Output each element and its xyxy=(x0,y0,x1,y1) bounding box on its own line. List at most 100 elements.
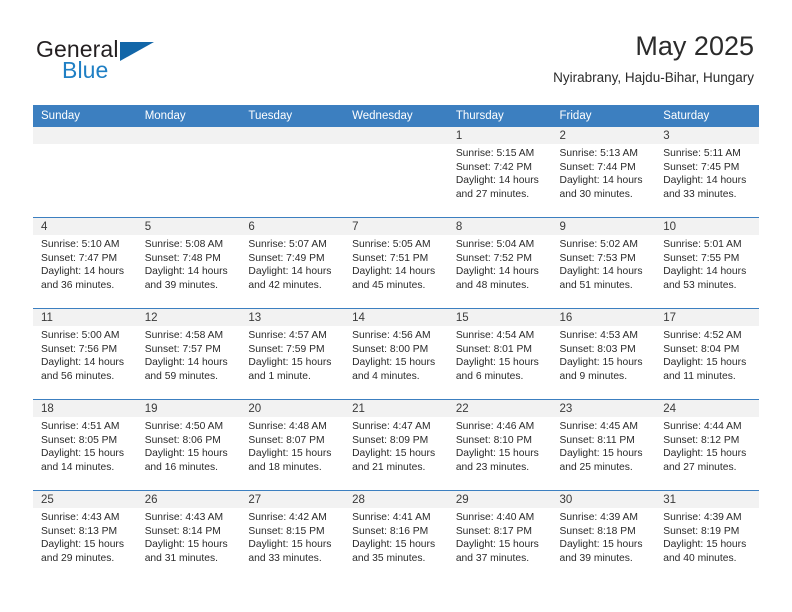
sunrise-text: Sunrise: 4:54 AM xyxy=(455,330,535,341)
daylight-text-line1: Daylight: 15 hours xyxy=(663,539,747,551)
daylight-text-line2: and 33 minutes. xyxy=(663,188,737,200)
day-cell[interactable] xyxy=(344,127,448,218)
sunset-text: Sunset: 8:09 PM xyxy=(352,434,429,446)
daylight-text-line1: Daylight: 15 hours xyxy=(455,539,539,551)
daylight-text-line2: and 16 minutes. xyxy=(144,461,218,473)
sunset-text: Sunset: 7:45 PM xyxy=(663,161,740,173)
sunrise-text: Sunrise: 5:13 AM xyxy=(559,148,638,159)
weekday-header-monday: Monday xyxy=(136,105,241,127)
weekday-header-thursday: Thursday xyxy=(447,105,552,127)
day-cell[interactable]: 14 Sunrise: 4:56 AM Sunset: 8:00 PM Dayligh… xyxy=(344,308,448,400)
day-cell[interactable]: 3 Sunrise: 5:11 AM Sunset: 7:45 PM Daylight… xyxy=(655,127,759,218)
daylight-text-line2: and 48 minutes. xyxy=(455,279,530,291)
day-cell[interactable]: 26 Sunrise: 4:43 AM Sunset: 8:14 PM Dayligh… xyxy=(136,490,241,581)
daylight-text-line2: and 27 minutes. xyxy=(455,188,530,200)
sunrise-text: Sunrise: 4:43 AM xyxy=(144,512,224,523)
day-cell[interactable]: 2 Sunrise: 5:13 AM Sunset: 7:44 PM Daylight… xyxy=(551,127,656,218)
daylight-text-line2: and 56 minutes. xyxy=(41,370,115,382)
daylight-text-line1: Daylight: 15 hours xyxy=(41,448,124,460)
day-number: 21 xyxy=(344,400,448,417)
day-cell[interactable]: 9 Sunrise: 5:02 AM Sunset: 7:53 PM Daylight… xyxy=(551,217,656,309)
daylight-text-line1: Daylight: 14 hours xyxy=(663,266,747,278)
day-cell[interactable]: 23 Sunrise: 4:45 AM Sunset: 8:11 PM Dayligh… xyxy=(551,399,656,491)
daylight-text-line2: and 27 minutes. xyxy=(663,461,737,473)
daylight-text-line2: and 39 minutes. xyxy=(559,552,633,564)
day-number xyxy=(33,127,137,144)
sunset-text: Sunset: 7:42 PM xyxy=(455,161,532,173)
daylight-text-line2: and 39 minutes. xyxy=(144,279,218,291)
day-cell[interactable]: 29 Sunrise: 4:40 AM Sunset: 8:17 PM Dayligh… xyxy=(447,490,552,581)
sunrise-text: Sunrise: 5:10 AM xyxy=(41,239,120,250)
day-cell[interactable]: 25 Sunrise: 4:43 AM Sunset: 8:13 PM Dayligh… xyxy=(33,490,137,581)
sunrise-text: Sunrise: 4:40 AM xyxy=(455,512,535,523)
day-cell[interactable]: 20 Sunrise: 4:48 AM Sunset: 8:07 PM Dayligh… xyxy=(240,399,345,491)
day-cell[interactable]: 16 Sunrise: 4:53 AM Sunset: 8:03 PM Dayligh… xyxy=(551,308,656,400)
day-number: 5 xyxy=(136,218,241,235)
day-cell[interactable]: 11 Sunrise: 5:00 AM Sunset: 7:56 PM Dayligh… xyxy=(33,308,137,400)
daylight-text-line2: and 59 minutes. xyxy=(144,370,218,382)
day-cell[interactable]: 31 Sunrise: 4:39 AM Sunset: 8:19 PM Dayligh… xyxy=(655,490,759,581)
day-cell[interactable] xyxy=(33,127,137,218)
daylight-text-line1: Daylight: 14 hours xyxy=(41,266,124,278)
weekday-header-wednesday: Wednesday xyxy=(344,105,448,127)
day-cell[interactable]: 4 Sunrise: 5:10 AM Sunset: 7:47 PM Daylight… xyxy=(33,217,137,309)
daylight-text-line2: and 37 minutes. xyxy=(455,552,530,564)
sunrise-text: Sunrise: 5:02 AM xyxy=(559,239,638,250)
sunrise-text: Sunrise: 4:45 AM xyxy=(559,421,638,432)
day-number: 2 xyxy=(551,127,656,144)
day-cell[interactable]: 13 Sunrise: 4:57 AM Sunset: 7:59 PM Dayligh… xyxy=(240,308,345,400)
day-cell[interactable]: 6 Sunrise: 5:07 AM Sunset: 7:49 PM Daylight… xyxy=(240,217,345,309)
week-row: 25 Sunrise: 4:43 AM Sunset: 8:13 PM Dayligh… xyxy=(33,490,759,581)
sunset-text: Sunset: 7:55 PM xyxy=(663,252,740,264)
day-cell[interactable]: 22 Sunrise: 4:46 AM Sunset: 8:10 PM Dayligh… xyxy=(447,399,552,491)
day-cell[interactable]: 24 Sunrise: 4:44 AM Sunset: 8:12 PM Dayligh… xyxy=(655,399,759,491)
daylight-text-line1: Daylight: 14 hours xyxy=(559,175,643,187)
day-cell[interactable]: 7 Sunrise: 5:05 AM Sunset: 7:51 PM Daylight… xyxy=(344,217,448,309)
day-number: 1 xyxy=(447,127,552,144)
daylight-text-line2: and 53 minutes. xyxy=(663,279,737,291)
day-cell[interactable]: 17 Sunrise: 4:52 AM Sunset: 8:04 PM Dayligh… xyxy=(655,308,759,400)
daylight-text-line2: and 30 minutes. xyxy=(559,188,633,200)
logo-text-blue: Blue xyxy=(62,57,109,83)
page-header: General Blue May 2025 Nyirabrany, Hajdu-… xyxy=(0,0,792,100)
day-cell[interactable]: 27 Sunrise: 4:42 AM Sunset: 8:15 PM Dayligh… xyxy=(240,490,345,581)
daylight-text-line1: Daylight: 15 hours xyxy=(455,357,539,369)
day-number: 18 xyxy=(33,400,137,417)
sunset-text: Sunset: 7:51 PM xyxy=(352,252,429,264)
sunrise-text: Sunrise: 5:04 AM xyxy=(455,239,535,250)
sunset-text: Sunset: 8:18 PM xyxy=(559,525,636,537)
sunset-text: Sunset: 8:05 PM xyxy=(41,434,118,446)
daylight-text-line1: Daylight: 15 hours xyxy=(663,357,747,369)
day-cell[interactable] xyxy=(136,127,241,218)
page-title: May 2025 xyxy=(635,31,754,61)
sunset-text: Sunset: 7:59 PM xyxy=(248,343,325,355)
sunrise-text: Sunrise: 5:07 AM xyxy=(248,239,327,250)
day-cell[interactable]: 1 Sunrise: 5:15 AM Sunset: 7:42 PM Daylight… xyxy=(447,127,552,218)
sunrise-text: Sunrise: 4:43 AM xyxy=(41,512,120,523)
day-cell[interactable]: 15 Sunrise: 4:54 AM Sunset: 8:01 PM Dayligh… xyxy=(447,308,552,400)
daylight-text-line2: and 11 minutes. xyxy=(663,370,736,382)
day-number xyxy=(240,127,345,144)
day-cell[interactable]: 5 Sunrise: 5:08 AM Sunset: 7:48 PM Daylight… xyxy=(136,217,241,309)
day-cell[interactable]: 8 Sunrise: 5:04 AM Sunset: 7:52 PM Daylight… xyxy=(447,217,552,309)
day-cell[interactable]: 10 Sunrise: 5:01 AM Sunset: 7:55 PM Dayligh… xyxy=(655,217,759,309)
daylight-text-line2: and 25 minutes. xyxy=(559,461,633,473)
day-cell[interactable]: 18 Sunrise: 4:51 AM Sunset: 8:05 PM Dayligh… xyxy=(33,399,137,491)
daylight-text-line2: and 33 minutes. xyxy=(248,552,322,564)
day-number: 3 xyxy=(655,127,759,144)
sunrise-text: Sunrise: 4:53 AM xyxy=(559,330,638,341)
general-blue-logo[interactable]: General Blue xyxy=(36,36,216,88)
day-cell[interactable]: 21 Sunrise: 4:47 AM Sunset: 8:09 PM Dayligh… xyxy=(344,399,448,491)
daylight-text-line2: and 9 minutes. xyxy=(559,370,628,382)
day-cell[interactable]: 30 Sunrise: 4:39 AM Sunset: 8:18 PM Dayligh… xyxy=(551,490,656,581)
sunset-text: Sunset: 8:07 PM xyxy=(248,434,325,446)
day-cell[interactable]: 28 Sunrise: 4:41 AM Sunset: 8:16 PM Dayligh… xyxy=(344,490,448,581)
day-cell[interactable]: 12 Sunrise: 4:58 AM Sunset: 7:57 PM Dayligh… xyxy=(136,308,241,400)
sunrise-text: Sunrise: 4:44 AM xyxy=(663,421,742,432)
sunrise-text: Sunrise: 5:11 AM xyxy=(663,148,741,159)
sunset-text: Sunset: 7:53 PM xyxy=(559,252,636,264)
day-cell[interactable] xyxy=(240,127,345,218)
day-cell[interactable]: 19 Sunrise: 4:50 AM Sunset: 8:06 PM Dayligh… xyxy=(136,399,241,491)
sunrise-text: Sunrise: 4:42 AM xyxy=(248,512,327,523)
daylight-text-line1: Daylight: 14 hours xyxy=(663,175,747,187)
